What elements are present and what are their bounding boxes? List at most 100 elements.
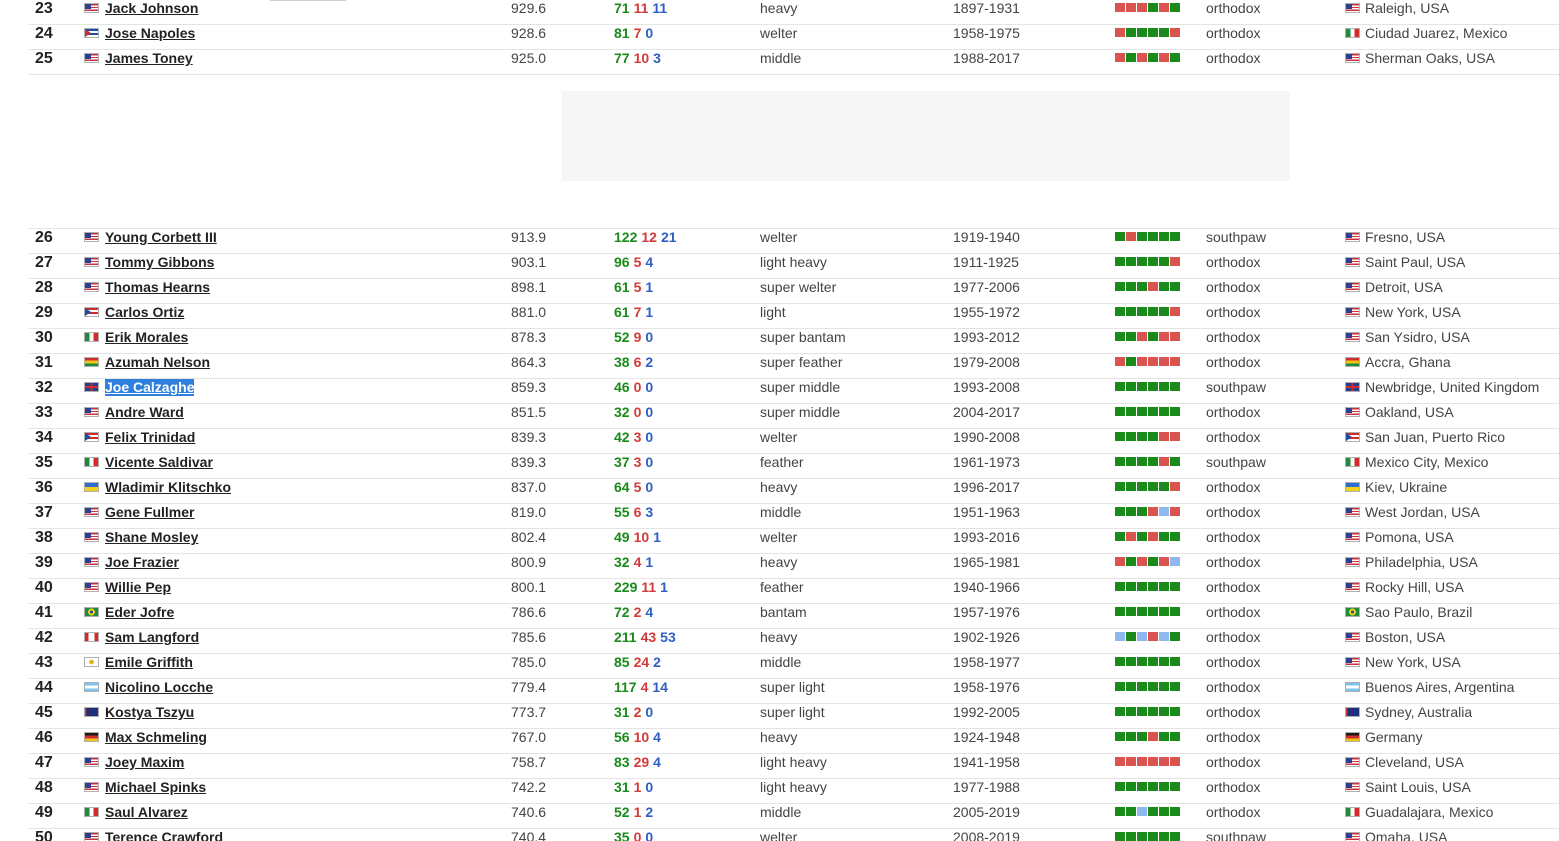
form-win-mark <box>1137 307 1147 316</box>
form-win-mark <box>1148 482 1158 491</box>
boxer-name-link[interactable]: James Toney <box>105 50 193 67</box>
boxer-name-link[interactable]: Kostya Tszyu <box>105 704 194 721</box>
boxer-name-link[interactable]: Azumah Nelson <box>105 354 210 371</box>
residence: Germany <box>1365 729 1423 745</box>
record: 32 0 0 <box>614 404 653 421</box>
boxer-name-link[interactable]: Tommy Gibbons <box>105 254 214 271</box>
stance: southpaw <box>1206 829 1266 841</box>
record: 71 11 11 <box>614 0 667 17</box>
recent-form <box>1115 28 1180 37</box>
rank-number: 42 <box>35 629 53 646</box>
us-flag-icon <box>84 832 99 841</box>
rating-value: 839.3 <box>511 454 547 470</box>
us-flag-icon <box>1345 757 1360 767</box>
form-win-mark <box>1137 607 1147 616</box>
residence: Omaha, USA <box>1365 829 1448 841</box>
boxer-name-link[interactable]: Joey Maxim <box>105 754 184 771</box>
rank-number: 44 <box>35 679 53 696</box>
record-draws: 1 <box>645 554 654 570</box>
boxer-name-link[interactable]: Gene Fullmer <box>105 504 194 521</box>
boxer-name-link[interactable]: Joe Calzaghe <box>105 379 195 396</box>
stance: orthodox <box>1206 354 1261 370</box>
form-win-mark <box>1115 682 1125 691</box>
record-draws: 4 <box>645 604 654 620</box>
boxer-name-link[interactable]: Terence Crawford <box>105 829 223 841</box>
boxer-name-link[interactable]: Andre Ward <box>105 404 184 421</box>
record-draws: 2 <box>645 804 654 820</box>
rating-value: 839.3 <box>511 429 547 445</box>
form-win-mark <box>1137 482 1147 491</box>
form-win-mark <box>1126 432 1136 441</box>
table-row: 46 Max Schmeling 767.0 56 10 4 heavy 1924-… <box>29 729 1559 754</box>
boxer-name-link[interactable]: Shane Mosley <box>105 529 198 546</box>
stance: orthodox <box>1206 50 1261 66</box>
record-wins: 38 <box>614 354 630 370</box>
table-row: 28 Thomas Hearns 898.1 61 5 1 super welter… <box>29 279 1559 304</box>
career-years: 2004-2017 <box>953 404 1020 420</box>
boxer-name-link[interactable]: Saul Alvarez <box>105 804 188 821</box>
form-loss-mark <box>1170 482 1180 491</box>
us-flag-canton <box>1346 333 1352 338</box>
boxer-name-link[interactable]: Emile Griffith <box>105 654 193 671</box>
recent-form <box>1115 507 1180 516</box>
division: super middle <box>760 379 841 395</box>
form-loss-mark <box>1170 332 1180 341</box>
form-win-mark <box>1159 532 1169 541</box>
rating-value: 864.3 <box>511 354 547 370</box>
boxer-name-link[interactable]: Eder Jofre <box>105 604 174 621</box>
us-flag-canton <box>1346 258 1352 263</box>
form-win-mark <box>1137 282 1147 291</box>
residence: New York, USA <box>1365 654 1461 670</box>
boxer-name-link[interactable]: Sam Langford <box>105 629 199 646</box>
career-years: 1897-1931 <box>953 0 1020 16</box>
boxer-name-link[interactable]: Vicente Saldivar <box>105 454 213 471</box>
us-flag-icon <box>84 507 99 517</box>
boxer-name-link[interactable]: Wladimir Klitschko <box>105 479 231 496</box>
boxer-name-link[interactable]: Jack Johnson <box>105 0 198 17</box>
ad-placeholder <box>562 91 1290 181</box>
record-losses: 1 <box>633 779 642 795</box>
division: super bantam <box>760 329 846 345</box>
boxer-name-link[interactable]: Carlos Ortiz <box>105 304 184 321</box>
form-win-mark <box>1159 382 1169 391</box>
boxer-name-link[interactable]: Michael Spinks <box>105 779 206 796</box>
virgin-islands-flag-icon <box>84 657 99 667</box>
record-losses: 7 <box>633 25 642 41</box>
boxer-name-link[interactable]: Felix Trinidad <box>105 429 195 446</box>
record: 52 9 0 <box>614 329 653 346</box>
stance: orthodox <box>1206 629 1261 645</box>
boxer-name-link[interactable]: Joe Frazier <box>105 554 179 571</box>
boxer-name-link[interactable]: Nicolino Locche <box>105 679 213 696</box>
form-win-mark <box>1159 282 1169 291</box>
boxer-name-link[interactable]: Thomas Hearns <box>105 279 210 296</box>
table-row: 38 Shane Mosley 802.4 49 10 1 welter 1993-… <box>29 529 1559 554</box>
boxer-name-link[interactable]: Jose Napoles <box>105 25 195 42</box>
form-loss-mark <box>1170 28 1180 37</box>
boxer-name-link[interactable]: Erik Morales <box>105 329 188 346</box>
form-win-mark <box>1159 407 1169 416</box>
boxer-name-link[interactable]: Young Corbett III <box>105 229 217 246</box>
form-win-mark <box>1126 382 1136 391</box>
boxer-name-link[interactable]: Max Schmeling <box>105 729 207 746</box>
career-years: 1958-1975 <box>953 25 1020 41</box>
form-win-mark <box>1126 607 1136 616</box>
form-win-mark <box>1170 782 1180 791</box>
form-win-mark <box>1115 482 1125 491</box>
recent-form <box>1115 432 1180 441</box>
form-win-mark <box>1170 232 1180 241</box>
stance: orthodox <box>1206 329 1261 345</box>
form-loss-mark <box>1148 282 1158 291</box>
record-wins: 117 <box>614 679 637 695</box>
form-win-mark <box>1159 257 1169 266</box>
boxer-name-link[interactable]: Willie Pep <box>105 579 171 596</box>
record-wins: 61 <box>614 279 630 295</box>
career-years: 1993-2016 <box>953 529 1020 545</box>
form-loss-mark <box>1170 257 1180 266</box>
residence: Mexico City, Mexico <box>1365 454 1489 470</box>
form-win-mark <box>1148 3 1158 12</box>
form-loss-mark <box>1137 557 1147 566</box>
form-win-mark <box>1137 682 1147 691</box>
career-years: 1911-1925 <box>953 254 1019 270</box>
division: super feather <box>760 354 843 370</box>
form-loss-mark <box>1148 732 1158 741</box>
